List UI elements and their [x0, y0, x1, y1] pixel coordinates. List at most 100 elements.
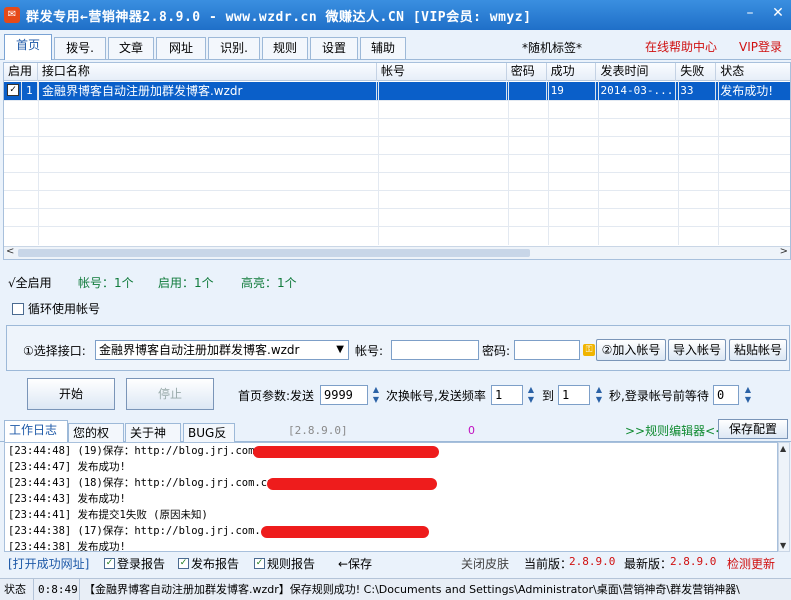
checkbox-checked-icon[interactable]: ✓ [254, 558, 265, 569]
freq-from-stepper[interactable]: ▲ ▼ [525, 385, 537, 405]
help-center-link[interactable]: 在线帮助中心 [645, 38, 717, 55]
select-interface-label: ①选择接口: [23, 344, 86, 358]
scroll-right-icon[interactable]: > [780, 246, 788, 257]
table-row[interactable]: ✓ 1 金融界博客自动注册加群发博客.wzdr 19 2014-03-... 3… [4, 82, 790, 100]
freq-to-stepper[interactable]: ▲ ▼ [593, 385, 605, 405]
add-account-button[interactable]: ②加入帐号 [596, 339, 666, 361]
tab-url-library[interactable]: 网址库 [156, 37, 206, 76]
random-tag[interactable]: *随机标签* [522, 39, 582, 56]
password-label: 密码: [482, 344, 511, 358]
enable-all-toggle[interactable]: √全启用 [8, 274, 52, 291]
scroll-left-icon[interactable]: < [6, 246, 14, 257]
loop-accounts-option[interactable]: 循环使用帐号 [12, 300, 100, 317]
tab-assist[interactable]: 辅助 [360, 37, 406, 59]
scroll-up-icon[interactable]: ▲ [780, 444, 786, 453]
log-line: [23:44:43] 发布成功! [8, 493, 126, 505]
log-line: [23:44:38] (17)保存：http://blog.jrj.com.c [5, 523, 777, 539]
wait-input[interactable]: 0 [713, 385, 739, 405]
row-password [507, 82, 547, 100]
row-success: 19 [547, 82, 597, 100]
login-report-option[interactable]: ✓ 登录报告 [104, 555, 165, 572]
params-label: 首页参数:发送 [238, 389, 315, 403]
tab-permissions[interactable]: 您的权限 [68, 423, 124, 458]
tab-home[interactable]: 首页 [4, 34, 52, 60]
log-line: [23:44:47] 发布成功! [8, 461, 126, 473]
freq-to-input[interactable]: 1 [558, 385, 590, 405]
tab-article[interactable]: 文章 [108, 37, 154, 59]
col-password[interactable]: 密码 [507, 63, 547, 81]
check-update-link[interactable]: 检测更新 [727, 555, 775, 572]
account-label: 帐号: [355, 344, 384, 358]
col-interface-name[interactable]: 接口名称 [38, 63, 378, 81]
tab-bug-report[interactable]: BUG反馈 [183, 423, 235, 458]
scroll-thumb[interactable] [18, 249, 530, 257]
rule-editor-link[interactable]: >>规则编辑器<< [625, 422, 725, 439]
col-success[interactable]: 成功 [547, 63, 597, 81]
start-button[interactable]: 开始 [27, 378, 115, 410]
scroll-down-icon[interactable]: ▼ [780, 541, 786, 550]
paste-account-button[interactable]: 粘贴帐号 [729, 339, 787, 361]
app-icon: ✉ [4, 7, 20, 23]
col-publish-time[interactable]: 发表时间 [596, 63, 677, 81]
checkbox-checked-icon[interactable]: ✓ [7, 84, 19, 96]
send-count-stepper[interactable]: ▲ ▼ [370, 385, 382, 405]
publish-report-option[interactable]: ✓ 发布报告 [178, 555, 239, 572]
rule-report-option[interactable]: ✓ 规则报告 [254, 555, 315, 572]
loop-accounts-label: 循环使用帐号 [28, 302, 101, 316]
password-input[interactable] [514, 340, 580, 360]
wait-stepper[interactable]: ▲ ▼ [742, 385, 754, 405]
freq-from-input[interactable]: 1 [491, 385, 523, 405]
account-count: 帐号：1个 [78, 276, 134, 290]
tab-rules[interactable]: 规则 [262, 37, 308, 59]
row-interface-name: 金融界博客自动注册加群发博客.wzdr [38, 82, 378, 100]
import-account-button[interactable]: 导入帐号 [668, 339, 726, 361]
col-status[interactable]: 状态 [716, 63, 790, 81]
vip-login-link[interactable]: VIP登录 [739, 38, 782, 55]
open-success-url-link[interactable]: [打开成功网址] [8, 555, 89, 572]
log-line: [23:44:43] (18)保存：http://blog.jrj.com.cn [5, 475, 777, 491]
send-count-input[interactable]: 9999 [320, 385, 368, 405]
latest-version-label: 最新版： [624, 557, 673, 571]
row-checkbox[interactable]: ✓ [4, 82, 22, 100]
latest-version: 2.8.9.0 [670, 555, 717, 568]
tab-recognition[interactable]: 识别.关 [208, 37, 260, 76]
tab-settings[interactable]: 设置 [310, 37, 358, 59]
checkbox-checked-icon[interactable]: ✓ [104, 558, 115, 569]
log-line: [23:44:41] 发布提交1失败 (原因未知) [8, 509, 208, 521]
title-bar[interactable]: ✉ 群发专用←营销神器2.8.9.0 - www.wzdr.cn 微赚达人.CN… [0, 0, 791, 30]
interface-select[interactable]: 金融界博客自动注册加群发博客.wzdr ▼ [95, 340, 349, 360]
minimize-icon[interactable]: – [743, 5, 757, 21]
close-skin-link[interactable]: 关闭皮肤 [461, 555, 509, 572]
tab-work-log[interactable]: 工作日志 [4, 420, 68, 442]
stop-button[interactable]: 停止 [126, 378, 214, 410]
tab-dialup[interactable]: 拨号.关 [54, 37, 106, 76]
row-status: 发布成功! [720, 84, 773, 98]
wait-label: 秒,登录帐号前等待 [609, 389, 709, 403]
log-version: [2.8.9.0] [288, 424, 348, 437]
save-link[interactable]: ←保存 [338, 555, 372, 572]
loop-accounts-checkbox[interactable] [12, 302, 24, 315]
interface-select-value: 金融界博客自动注册加群发博客.wzdr [99, 343, 300, 357]
grid-horizontal-scrollbar[interactable]: < > [4, 246, 790, 259]
interface-grid[interactable]: 启用 接口名称 帐号 密码 成功 发表时间 失败 状态 ✓ 1 金融界博客自动注… [3, 62, 791, 260]
status-label: 状态 [0, 579, 34, 600]
key-icon[interactable]: ⚿ [583, 344, 595, 356]
checkbox-checked-icon[interactable]: ✓ [178, 558, 189, 569]
enabled-count: 启用：1个 [158, 276, 214, 290]
col-account[interactable]: 帐号 [377, 63, 507, 81]
chevron-down-icon[interactable]: ▼ [336, 341, 344, 359]
log-line: [23:44:38] 发布成功! [8, 541, 126, 552]
log-line: [23:44:48] (19)保存：http://blog.jrj.com [5, 443, 777, 459]
close-icon[interactable]: ✕ [771, 5, 785, 21]
account-input[interactable] [391, 340, 479, 360]
log-vertical-scrollbar[interactable]: ▲ ▼ [778, 442, 790, 552]
work-log[interactable]: [23:44:48] (19)保存：http://blog.jrj.com [2… [4, 442, 778, 552]
save-config-button[interactable]: 保存配置 [718, 419, 788, 439]
col-enabled[interactable]: 启用 [4, 63, 38, 81]
col-fail[interactable]: 失败 [676, 63, 717, 81]
current-version: 2.8.9.0 [569, 555, 616, 568]
row-account [377, 82, 507, 100]
status-bar: 状态 0:8:49 【金融界博客自动注册加群发博客.wzdr】保存规则成功! C… [0, 578, 791, 600]
tab-about[interactable]: 关于神器 [125, 423, 181, 458]
to-label: 到 [542, 389, 555, 403]
